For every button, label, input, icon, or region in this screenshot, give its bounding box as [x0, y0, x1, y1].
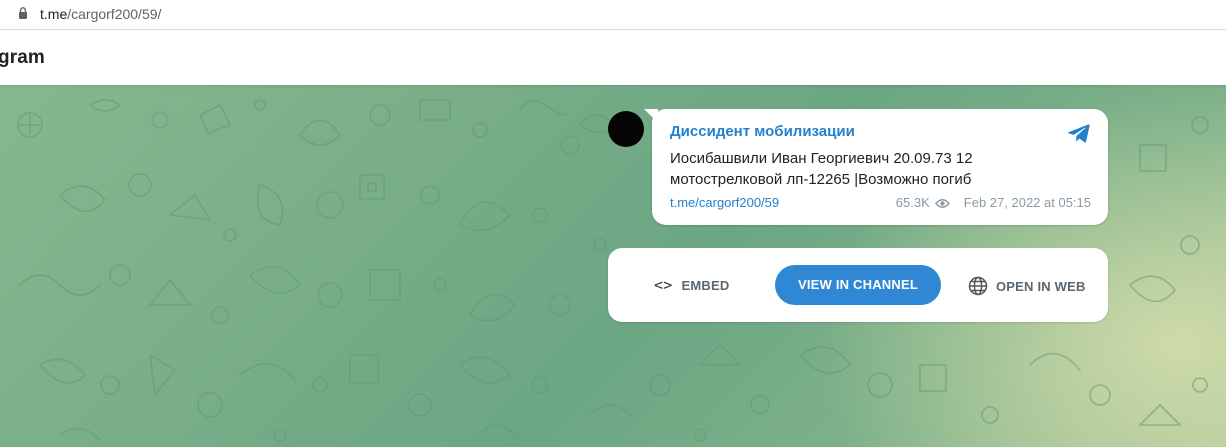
- embed-button[interactable]: <> EMBED: [654, 276, 729, 295]
- post-date[interactable]: Feb 27, 2022 at 05:15: [964, 195, 1091, 210]
- site-brand[interactable]: gram: [0, 47, 45, 69]
- actions-card: <> EMBED VIEW IN CHANNEL OPEN IN WEB: [608, 248, 1108, 322]
- view-count: 65.3K: [895, 195, 930, 210]
- post-link[interactable]: t.me/cargorf200/59: [670, 195, 779, 211]
- url-text[interactable]: t.me/cargorf200/59/: [40, 6, 161, 22]
- url-host: t.me: [40, 6, 68, 22]
- view-in-channel-button[interactable]: VIEW IN CHANNEL: [775, 265, 941, 305]
- globe-icon: [968, 276, 988, 296]
- url-path: /cargorf200/59/: [67, 6, 162, 22]
- channel-name[interactable]: Диссидент мобилизации: [670, 123, 855, 141]
- browser-address-bar[interactable]: t.me/cargorf200/59/: [0, 0, 1226, 30]
- embed-label: EMBED: [681, 278, 730, 293]
- open-in-web-button[interactable]: OPEN IN WEB: [968, 276, 1086, 296]
- open-in-web-label: OPEN IN WEB: [996, 279, 1086, 294]
- message-meta: 65.3K Feb 27, 2022 at 05:15: [896, 195, 1091, 211]
- message-text: Иосибашвили Иван Георгиевич 20.09.73 12 …: [670, 150, 973, 188]
- eye-icon: [934, 199, 950, 208]
- telegram-plane-icon[interactable]: [1066, 120, 1092, 146]
- message-bubble: Диссидент мобилизации Иосибашвили Иван Г…: [644, 109, 1108, 225]
- bubble-tail: [644, 109, 658, 123]
- lock-icon[interactable]: [18, 6, 28, 20]
- site-header: gram: [0, 31, 1226, 85]
- channel-avatar[interactable]: [608, 111, 644, 147]
- code-icon: <>: [654, 276, 673, 294]
